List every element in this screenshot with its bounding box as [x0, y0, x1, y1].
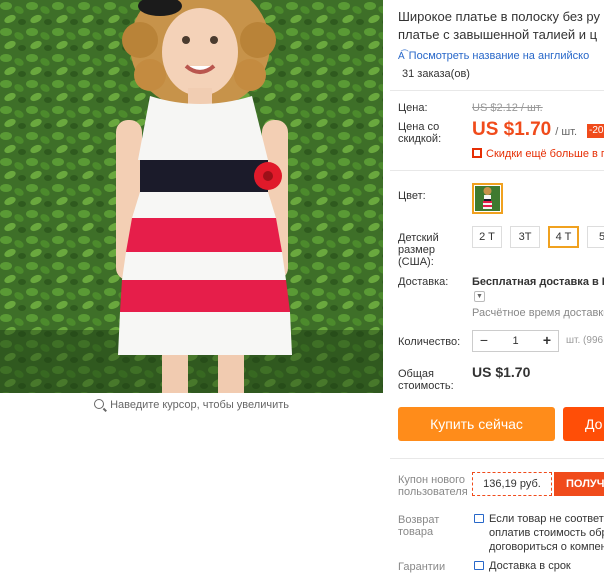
returns-label: Возврат товара: [398, 514, 440, 538]
size-option-4t[interactable]: 4 T: [548, 226, 579, 248]
translate-link[interactable]: A͡ Посмотреть название на английско: [398, 50, 589, 62]
size-option-2t[interactable]: 2 T: [472, 226, 502, 248]
discount-price-label: Цена со скидкой:: [398, 121, 442, 145]
coupon-amount: 136,19 руб.: [472, 472, 552, 496]
delivery-guarantee-icon: [474, 561, 484, 570]
product-title-line-2: платье с завышенной талией и ц: [398, 27, 598, 42]
quantity-available: шт. (996: [566, 335, 604, 346]
divider: [390, 170, 604, 171]
chevron-down-icon[interactable]: ▼: [474, 291, 485, 302]
old-price: US $2.12 / шт.: [472, 102, 543, 114]
discount-price-value: US $1.70: [472, 119, 552, 140]
guarantee-label: Гарантии: [398, 561, 446, 573]
quantity-stepper: − 1 +: [472, 330, 559, 352]
magnifier-icon: [94, 399, 104, 409]
discount-price: US $1.70/ шт.: [472, 119, 577, 141]
color-thumbnail: [475, 186, 500, 211]
price-unit: / шт.: [555, 126, 578, 138]
return-policy-line-2: оплатив стоимость обр: [489, 527, 604, 539]
get-coupon-button[interactable]: ПОЛУЧ: [554, 472, 604, 496]
delivery-time: Расчётное время доставки: [472, 307, 604, 319]
shipping-method: Бесплатная доставка в R: [472, 276, 604, 288]
total-label: Общая стоимость:: [398, 368, 454, 392]
color-label: Цвет:: [398, 190, 426, 202]
quantity-increase-button[interactable]: +: [536, 331, 558, 351]
return-policy-line-1: Если товар не соответс: [489, 513, 604, 525]
translate-icon: A͡: [398, 51, 405, 62]
shipping-label: Доставка:: [398, 276, 449, 288]
qr-code-icon: [472, 148, 482, 158]
return-policy-text: Если товар не соответс оплатив стоимость…: [489, 512, 604, 554]
guarantee-text: Доставка в срок: [489, 560, 571, 572]
add-to-cart-button[interactable]: До: [563, 407, 604, 441]
zoom-hint-text: Наведите курсор, чтобы увеличить: [110, 399, 289, 411]
quantity-decrease-button[interactable]: −: [473, 331, 495, 351]
buy-now-button[interactable]: Купить сейчас: [398, 407, 555, 441]
orders-count: 31 заказа(ов): [402, 68, 470, 80]
price-label: Цена:: [398, 102, 428, 114]
return-policy-icon: [474, 514, 484, 523]
product-title-line-1: Широкое платье в полоску без ру: [398, 9, 600, 24]
divider: [390, 90, 604, 91]
discount-badge: -20: [587, 124, 604, 138]
translate-link-text: Посмотреть название на английско: [408, 50, 590, 62]
divider: [390, 458, 604, 459]
quantity-input[interactable]: 1: [495, 331, 536, 351]
size-option-5t[interactable]: 5: [587, 226, 604, 248]
size-label: Детский размер (США):: [398, 232, 439, 268]
zoom-hint: Наведите курсор, чтобы увеличить: [0, 398, 383, 411]
promo-text: Скидки ещё больше в п: [486, 148, 604, 160]
product-image[interactable]: [0, 0, 383, 393]
product-title: Широкое платье в полоску без ру платье с…: [398, 8, 604, 44]
total-price: US $1.70: [472, 364, 531, 380]
return-policy-line-3: договориться о компен: [489, 541, 604, 553]
quantity-label: Количество:: [398, 336, 461, 348]
product-info-panel: Широкое платье в полоску без ру платье с…: [390, 0, 604, 573]
color-option-selected[interactable]: [472, 183, 503, 214]
coupon-label: Купон нового пользователя: [398, 474, 468, 498]
size-option-3t[interactable]: 3T: [510, 226, 540, 248]
promo-link[interactable]: Скидки ещё больше в п: [472, 147, 604, 160]
